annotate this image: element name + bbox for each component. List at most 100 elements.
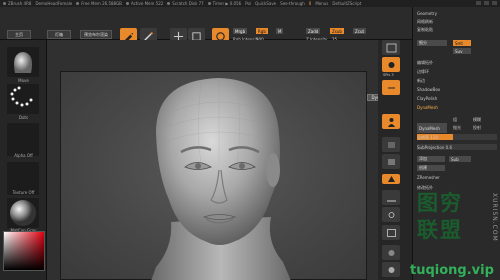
solo-button[interactable] xyxy=(382,262,400,277)
blur-slider-label[interactable]: 模糊 xyxy=(473,117,481,123)
seethrough-value[interactable]: 0 xyxy=(309,1,312,6)
stroke-label: Dots xyxy=(18,115,29,120)
bpr-button[interactable] xyxy=(382,40,400,55)
geometry-row-new-edge[interactable]: 新边 xyxy=(417,78,425,84)
active-mem: Active Mem 522 xyxy=(125,1,163,6)
geometry-row-claypolish[interactable]: ClayPolish xyxy=(417,96,437,101)
resolution-value: 128 xyxy=(430,135,438,140)
document-canvas[interactable] xyxy=(60,71,367,280)
script-name[interactable]: DefaultZScript xyxy=(332,1,361,6)
persp-button[interactable] xyxy=(382,174,400,184)
bpr-icon xyxy=(386,43,396,52)
close-icon[interactable] xyxy=(492,1,497,5)
add-button[interactable]: 添加 xyxy=(417,156,445,162)
floor-icon xyxy=(386,200,396,201)
geometry-row-edit-topology[interactable]: 编辑拓扑 xyxy=(417,60,433,66)
spix-button[interactable] xyxy=(382,57,400,72)
lightbox-button[interactable]: 灯箱 xyxy=(47,30,71,39)
menus-toggle[interactable]: Menus xyxy=(315,1,328,6)
maximize-icon[interactable] xyxy=(484,1,489,5)
project-toggle[interactable]: 投射 xyxy=(473,125,481,131)
copy-paste[interactable]: 复制粘贴 xyxy=(417,27,433,33)
zadd-toggle[interactable]: Zadd xyxy=(306,28,321,34)
geometry-row-edge-loop[interactable]: 边缘环 xyxy=(417,69,429,75)
local-icon xyxy=(388,211,394,218)
viewport[interactable] xyxy=(47,40,378,280)
texture-label: Texture Off xyxy=(12,190,35,195)
watermark-cn-top: 图穷 xyxy=(417,191,463,215)
minimize-icon[interactable] xyxy=(476,1,481,5)
actual-button[interactable] xyxy=(382,137,400,152)
timer-dot-icon xyxy=(207,2,211,5)
color-picker[interactable] xyxy=(3,231,45,271)
poly-count: Poi xyxy=(245,1,252,6)
window-controls xyxy=(476,1,497,5)
watermark-vertical: XURISN.COM xyxy=(491,193,498,242)
dynamesh-button[interactable]: DynaMesh xyxy=(417,123,447,133)
aahalf-button[interactable] xyxy=(382,154,400,169)
timer: Timer ▶ 0.056 xyxy=(207,1,241,6)
brush-thumbnail[interactable] xyxy=(7,47,39,77)
alpha-label: Alpha Off xyxy=(14,153,33,158)
panel-header[interactable]: Geometry xyxy=(417,11,437,16)
mem-dot-icon xyxy=(125,2,129,5)
sub-button[interactable]: Sub xyxy=(449,156,471,162)
resolution-label: 分辨率 128 xyxy=(417,135,438,140)
matcap-sphere-icon xyxy=(10,200,36,226)
frame-icon xyxy=(386,228,396,237)
sculpt-head-model[interactable] xyxy=(61,72,368,280)
polish-toggle[interactable]: 抛光 xyxy=(453,125,461,131)
actual-icon xyxy=(387,141,395,148)
app-title: ZBrush 4R8 xyxy=(3,1,31,6)
watermark-url: tuqiong.vip xyxy=(410,263,494,278)
move-brush-icon xyxy=(14,52,32,73)
mem-dot-icon xyxy=(76,2,80,5)
scroll-icon xyxy=(387,87,395,88)
alpha-thumbnail[interactable] xyxy=(7,123,39,156)
divide-button[interactable]: 细分 xyxy=(417,40,447,46)
transp-button[interactable] xyxy=(382,245,400,260)
aahalf-icon xyxy=(387,158,395,165)
m-toggle[interactable]: M xyxy=(276,28,284,34)
suv-toggle[interactable]: Suv xyxy=(453,48,471,54)
dots-stroke-icon xyxy=(10,86,33,107)
solo-icon xyxy=(388,266,394,273)
persp-icon xyxy=(387,176,395,182)
scratch-disk: Scratch Disk 77 xyxy=(167,1,204,6)
material-thumbnail[interactable] xyxy=(7,198,39,228)
subprojection-label: SubProjection 0.6 xyxy=(417,145,453,150)
seethrough-label[interactable]: See-through xyxy=(280,1,305,6)
geometry-row-shadowbox[interactable]: ShadowBox xyxy=(417,87,440,92)
geometry-row-dynamesh[interactable]: DynaMesh xyxy=(417,105,438,110)
title-bar: ZBrush 4R8 DemoHeadFemale Free Mem 26.58… xyxy=(0,0,500,7)
mesh-refresh[interactable]: 网格刷新 xyxy=(417,19,433,25)
bpr-preview-button[interactable]: 预览布尔渲染 xyxy=(80,30,112,39)
person-icon xyxy=(387,117,395,127)
zremesher-header[interactable]: ZRemesher xyxy=(417,175,440,180)
rgb-toggle[interactable]: Rgb xyxy=(256,28,268,34)
zoom-button[interactable] xyxy=(382,114,400,129)
file-name: DemoHeadFemale xyxy=(35,1,73,6)
frame-button[interactable] xyxy=(382,225,400,240)
watermark-cn-bottom: 联盟 xyxy=(417,218,463,242)
mrgb-toggle[interactable]: Mrgb xyxy=(233,28,248,34)
brush-label: Move xyxy=(18,78,29,83)
create-button[interactable]: 创建 xyxy=(417,165,445,171)
smt-toggle[interactable]: Smt xyxy=(453,40,471,46)
group-toggle[interactable]: 组 xyxy=(453,117,457,123)
home-button[interactable]: 主页 xyxy=(7,30,31,39)
stroke-thumbnail[interactable] xyxy=(7,84,39,114)
left-tray: Move Dots Alpha Off Texture Off MatCap G… xyxy=(0,40,47,280)
spix-icon xyxy=(388,61,394,68)
free-mem: Free Mem 26.588GB xyxy=(76,1,122,6)
quicksave-button[interactable]: QuickSave xyxy=(255,1,276,6)
transp-icon xyxy=(388,249,394,256)
scroll-button[interactable] xyxy=(382,80,400,95)
local-button[interactable] xyxy=(382,207,400,222)
spix-label: SPix 3 xyxy=(383,73,394,77)
zsub-toggle[interactable]: Zsub xyxy=(330,28,344,34)
zcut-toggle[interactable]: Zcut xyxy=(353,28,367,34)
floor-button[interactable] xyxy=(382,190,400,205)
watermark: 图穷 联盟 XURISN.COM tuqiong.vip xyxy=(405,187,500,280)
app-dot-icon xyxy=(3,2,6,5)
